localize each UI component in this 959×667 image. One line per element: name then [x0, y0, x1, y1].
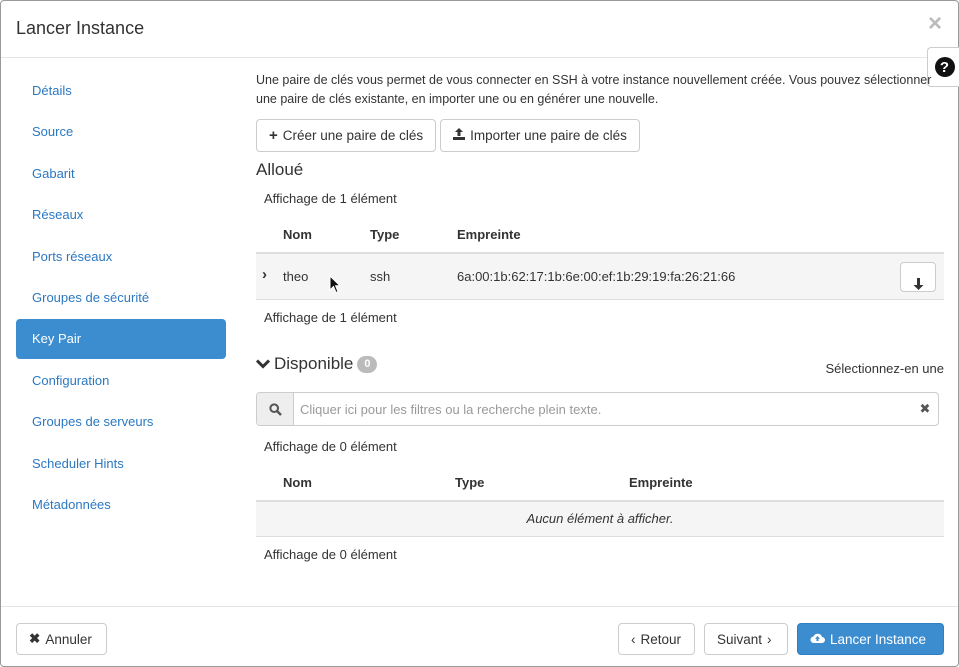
sidebar-item-flavor[interactable]: Gabarit — [16, 154, 226, 194]
modal-header: Lancer Instance × — [1, 1, 958, 58]
column-header-name[interactable]: Nom — [283, 475, 312, 490]
modal-footer: ✖ Annuler ‹ Retour Suivant › Lancer Inst… — [1, 606, 958, 667]
back-label: Retour — [640, 631, 682, 647]
key-type-cell: ssh — [370, 269, 391, 284]
allocated-table-header: Nom Type Empreinte — [256, 216, 944, 254]
search-icon — [257, 393, 294, 425]
intro-text: Une paire de clés vous permet de vous co… — [256, 73, 932, 106]
plus-icon: + — [269, 127, 278, 144]
launch-instance-button[interactable]: Lancer Instance — [797, 623, 944, 655]
allocated-count-bottom: Affichage de 1 élément — [264, 310, 397, 325]
available-toggle[interactable]: Disponible 0 — [255, 354, 378, 374]
create-key-pair-label: Créer une paire de clés — [282, 128, 424, 143]
empty-table-message: Aucun élément à afficher. — [256, 502, 944, 537]
chevron-left-icon: ‹ — [631, 631, 636, 647]
allocated-count-top: Affichage de 1 élément — [264, 191, 397, 206]
next-button[interactable]: Suivant › — [704, 623, 788, 655]
create-key-pair-button[interactable]: + Créer une paire de clés — [256, 119, 437, 152]
next-label: Suivant — [717, 631, 763, 647]
deallocate-button[interactable] — [900, 262, 936, 292]
sidebar-item-metadata[interactable]: Métadonnées — [16, 485, 226, 525]
import-key-pair-label: Importer une paire de clés — [470, 128, 627, 143]
times-icon: ✖ — [29, 631, 41, 646]
key-pair-actions: + Créer une paire de clés Importer une p… — [256, 119, 640, 152]
allocated-table: Nom Type Empreinte › theo ssh 6a:00:1b:6… — [256, 216, 944, 300]
arrow-down-icon — [913, 278, 924, 293]
key-pair-panel: Une paire de clés vous permet de vous co… — [255, 71, 944, 562]
chevron-down-icon — [255, 354, 271, 374]
key-name-cell: theo — [283, 269, 309, 284]
chevron-right-icon[interactable]: › — [262, 266, 267, 283]
sidebar-item-key-pair[interactable]: Key Pair — [16, 319, 226, 360]
clear-icon[interactable]: ✖ — [912, 393, 938, 425]
sidebar-item-source[interactable]: Source — [16, 112, 226, 152]
sidebar-item-scheduler-hints[interactable]: Scheduler Hints — [16, 444, 226, 484]
import-key-pair-button[interactable]: Importer une paire de clés — [440, 119, 640, 152]
sidebar-item-security-groups[interactable]: Groupes de sécurité — [16, 278, 226, 318]
column-header-name[interactable]: Nom — [283, 227, 312, 242]
allocated-title: Alloué — [256, 160, 304, 179]
key-fingerprint-cell: 6a:00:1b:62:17:1b:6e:00:ef:1b:29:19:fa:2… — [457, 269, 736, 284]
cancel-button[interactable]: ✖ Annuler — [16, 623, 107, 655]
modal-title: Lancer Instance — [16, 18, 145, 38]
launch-instance-modal: Lancer Instance × ? Détails Source Gabar… — [0, 0, 959, 667]
table-row: › theo ssh 6a:00:1b:62:17:1b:6e:00:ef:1b… — [256, 254, 944, 300]
available-count-badge: 0 — [357, 356, 378, 373]
select-one-hint: Sélectionnez-en une — [825, 361, 944, 376]
cancel-label: Annuler — [45, 631, 92, 647]
filter-search-bar: ✖ — [256, 392, 939, 426]
sidebar-item-details[interactable]: Détails — [16, 71, 226, 111]
column-header-type[interactable]: Type — [370, 227, 399, 242]
sidebar-item-networks[interactable]: Réseaux — [16, 195, 226, 235]
wizard-sidebar: Détails Source Gabarit Réseaux Ports rés… — [16, 71, 226, 526]
column-header-fingerprint[interactable]: Empreinte — [629, 475, 693, 490]
upload-icon — [453, 128, 466, 143]
search-input[interactable] — [294, 393, 912, 425]
sidebar-item-network-ports[interactable]: Ports réseaux — [16, 237, 226, 277]
sidebar-item-configuration[interactable]: Configuration — [16, 361, 226, 401]
available-table-header: Nom Type Empreinte — [256, 464, 944, 502]
close-icon[interactable]: × — [928, 12, 942, 36]
available-title: Disponible — [274, 354, 354, 373]
available-table: Nom Type Empreinte Aucun élément à affic… — [256, 464, 944, 537]
back-button[interactable]: ‹ Retour — [618, 623, 695, 655]
cloud-upload-icon — [810, 632, 825, 647]
column-header-fingerprint[interactable]: Empreinte — [457, 227, 521, 242]
available-count-bottom: Affichage de 0 élément — [264, 547, 397, 562]
chevron-right-icon: › — [767, 631, 772, 647]
sidebar-item-server-groups[interactable]: Groupes de serveurs — [16, 402, 226, 442]
column-header-type[interactable]: Type — [455, 475, 484, 490]
launch-instance-label: Lancer Instance — [830, 631, 927, 647]
mouse-cursor-icon — [329, 274, 342, 297]
available-count-top: Affichage de 0 élément — [264, 439, 397, 454]
